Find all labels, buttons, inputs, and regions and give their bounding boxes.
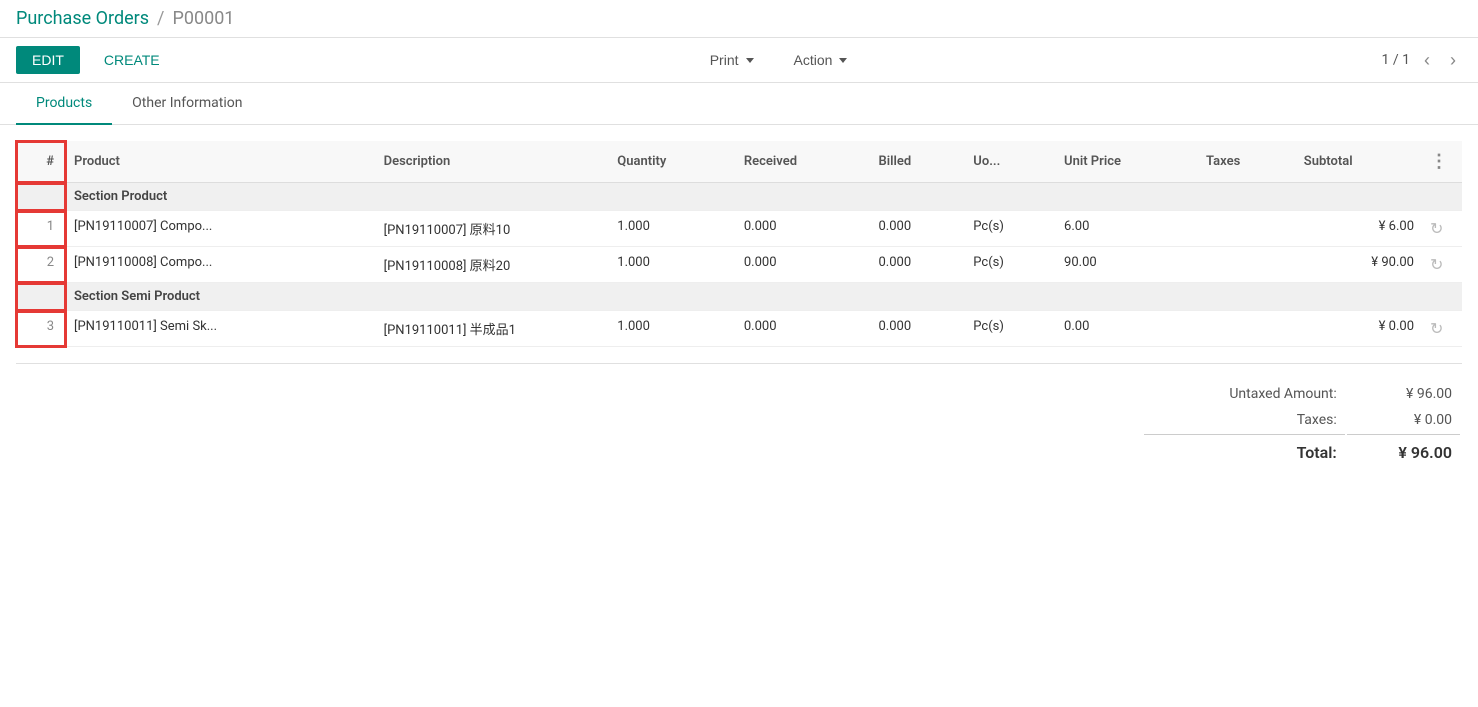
pagination-label: 1 / 1 bbox=[1382, 52, 1410, 68]
row3-subtotal: ¥ 0.00 bbox=[1296, 311, 1422, 347]
total-value: ¥ 96.00 bbox=[1347, 434, 1460, 466]
row2-subtotal: ¥ 90.00 bbox=[1296, 247, 1422, 283]
col-header-product: Product bbox=[66, 141, 376, 183]
row3-uom: Pc(s) bbox=[965, 311, 1056, 347]
col-header-billed: Billed bbox=[870, 141, 965, 183]
row2-unit-price: 90.00 bbox=[1056, 247, 1198, 283]
row1-history[interactable]: ↻ bbox=[1422, 211, 1462, 247]
prev-page-button[interactable]: ‹ bbox=[1418, 48, 1436, 73]
edit-button[interactable]: EDIT bbox=[16, 46, 80, 74]
section-label-cell: Section Product bbox=[66, 183, 1422, 211]
row2-history-icon[interactable]: ↻ bbox=[1430, 255, 1443, 274]
col-header-taxes: Taxes bbox=[1198, 141, 1296, 183]
products-table: # Product Description Quantity Received … bbox=[16, 141, 1462, 347]
section2-actions-cell bbox=[1422, 283, 1462, 311]
row1-num: 1 bbox=[16, 211, 66, 247]
taxes-label: Taxes: bbox=[1144, 408, 1345, 432]
column-options-icon[interactable]: ⋮ bbox=[1430, 151, 1448, 172]
create-button[interactable]: CREATE bbox=[88, 46, 176, 74]
row1-billed: 0.000 bbox=[870, 211, 965, 247]
col-header-unit-price: Unit Price bbox=[1056, 141, 1198, 183]
row3-description: [PN19110011] 半成品1 bbox=[376, 311, 610, 347]
print-dropdown-button[interactable]: Print bbox=[698, 46, 766, 74]
toolbar: EDIT CREATE Print Action 1 / 1 ‹ › bbox=[0, 38, 1478, 83]
col-header-actions: ⋮ bbox=[1422, 141, 1462, 183]
row2-billed: 0.000 bbox=[870, 247, 965, 283]
tab-products[interactable]: Products bbox=[16, 83, 112, 125]
summary-area: Untaxed Amount: ¥ 96.00 Taxes: ¥ 0.00 To… bbox=[0, 364, 1478, 476]
row2-received: 0.000 bbox=[736, 247, 871, 283]
action-dropdown-button[interactable]: Action bbox=[782, 46, 860, 74]
breadcrumb: Purchase Orders / P00001 bbox=[16, 8, 1462, 29]
row2-num: 2 bbox=[16, 247, 66, 283]
row2-history[interactable]: ↻ bbox=[1422, 247, 1462, 283]
table-row: 3 [PN19110011] Semi Sk... [PN19110011] 半… bbox=[16, 311, 1462, 347]
section-num-cell bbox=[16, 183, 66, 211]
row2-product[interactable]: [PN19110008] Compo... bbox=[66, 247, 376, 283]
row2-uom: Pc(s) bbox=[965, 247, 1056, 283]
summary-table: Untaxed Amount: ¥ 96.00 Taxes: ¥ 0.00 To… bbox=[1142, 380, 1462, 468]
row1-subtotal: ¥ 6.00 bbox=[1296, 211, 1422, 247]
breadcrumb-parent-link[interactable]: Purchase Orders bbox=[16, 8, 149, 29]
section-actions-cell bbox=[1422, 183, 1462, 211]
action-chevron-icon bbox=[839, 58, 847, 63]
breadcrumb-bar: Purchase Orders / P00001 bbox=[0, 0, 1478, 38]
row2-taxes bbox=[1198, 247, 1296, 283]
breadcrumb-separator: / bbox=[157, 8, 164, 29]
table-header-row: # Product Description Quantity Received … bbox=[16, 141, 1462, 183]
section-row-semi-product: Section Semi Product bbox=[16, 283, 1462, 311]
row1-unit-price: 6.00 bbox=[1056, 211, 1198, 247]
table-row: 1 [PN19110007] Compo... [PN19110007] 原料1… bbox=[16, 211, 1462, 247]
row2-description: [PN19110008] 原料20 bbox=[376, 247, 610, 283]
col-header-description: Description bbox=[376, 141, 610, 183]
tab-other-information[interactable]: Other Information bbox=[112, 83, 262, 125]
untaxed-amount-label: Untaxed Amount: bbox=[1144, 382, 1345, 406]
row2-quantity: 1.000 bbox=[609, 247, 736, 283]
row3-num: 3 bbox=[16, 311, 66, 347]
row3-taxes bbox=[1198, 311, 1296, 347]
row1-taxes bbox=[1198, 211, 1296, 247]
tabs-container: Products Other Information bbox=[0, 83, 1478, 125]
row3-quantity: 1.000 bbox=[609, 311, 736, 347]
col-header-subtotal: Subtotal bbox=[1296, 141, 1422, 183]
row1-uom: Pc(s) bbox=[965, 211, 1056, 247]
row3-history[interactable]: ↻ bbox=[1422, 311, 1462, 347]
taxes-value: ¥ 0.00 bbox=[1347, 408, 1460, 432]
row3-unit-price: 0.00 bbox=[1056, 311, 1198, 347]
row1-product[interactable]: [PN19110007] Compo... bbox=[66, 211, 376, 247]
col-header-quantity: Quantity bbox=[609, 141, 736, 183]
row1-history-icon[interactable]: ↻ bbox=[1430, 219, 1443, 238]
col-header-uom: Uo... bbox=[965, 141, 1056, 183]
col-header-num: # bbox=[16, 141, 66, 183]
row1-quantity: 1.000 bbox=[609, 211, 736, 247]
row1-description: [PN19110007] 原料10 bbox=[376, 211, 610, 247]
print-chevron-icon bbox=[746, 58, 754, 63]
col-header-received: Received bbox=[736, 141, 871, 183]
row3-billed: 0.000 bbox=[870, 311, 965, 347]
summary-taxes-row: Taxes: ¥ 0.00 bbox=[1144, 408, 1460, 432]
untaxed-amount-value: ¥ 96.00 bbox=[1347, 382, 1460, 406]
row3-received: 0.000 bbox=[736, 311, 871, 347]
total-label: Total: bbox=[1144, 434, 1345, 466]
pagination: 1 / 1 ‹ › bbox=[1382, 48, 1462, 73]
main-content: # Product Description Quantity Received … bbox=[0, 125, 1478, 363]
row1-received: 0.000 bbox=[736, 211, 871, 247]
summary-untaxed-row: Untaxed Amount: ¥ 96.00 bbox=[1144, 382, 1460, 406]
next-page-button[interactable]: › bbox=[1444, 48, 1462, 73]
section2-label-cell: Section Semi Product bbox=[66, 283, 1422, 311]
table-row: 2 [PN19110008] Compo... [PN19110008] 原料2… bbox=[16, 247, 1462, 283]
section2-num-cell bbox=[16, 283, 66, 311]
row3-product[interactable]: [PN19110011] Semi Sk... bbox=[66, 311, 376, 347]
summary-total-row: Total: ¥ 96.00 bbox=[1144, 434, 1460, 466]
breadcrumb-current: P00001 bbox=[172, 8, 234, 29]
toolbar-center: Print Action bbox=[184, 46, 1374, 74]
row3-history-icon[interactable]: ↻ bbox=[1430, 319, 1443, 338]
section-row-product: Section Product bbox=[16, 183, 1462, 211]
